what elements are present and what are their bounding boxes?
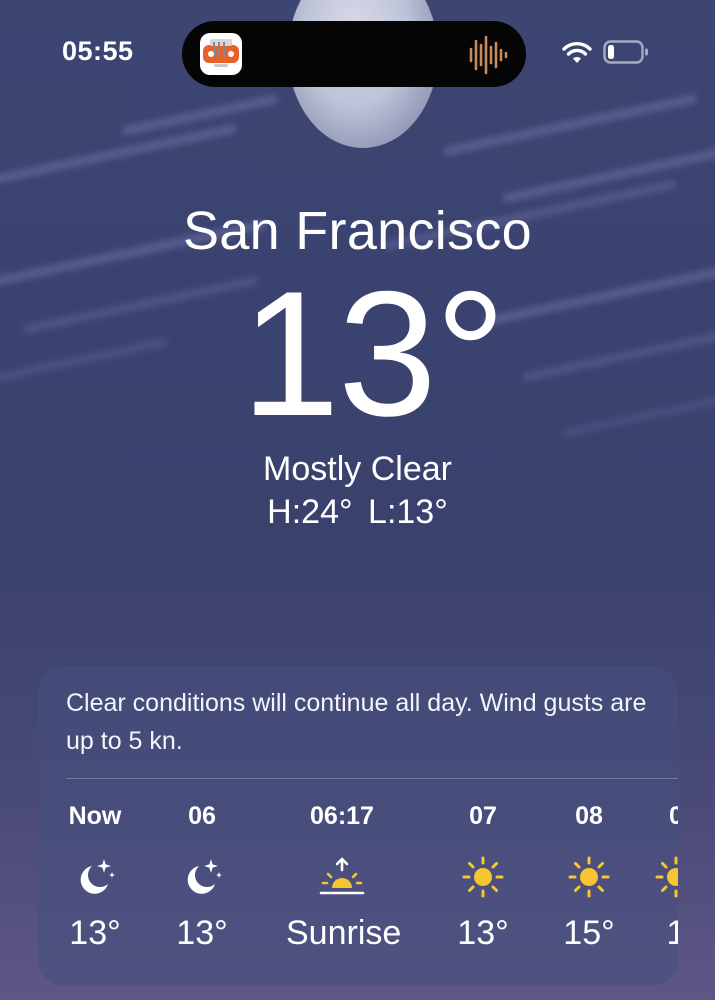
status-time: 05:55 [62,36,134,66]
city-name: San Francisco [182,201,533,261]
sun-icon [568,856,610,898]
hour-time: 0 [669,802,678,830]
app-icon[interactable] [200,33,242,75]
audio-wave-icon [468,35,510,75]
hourly-item-partial[interactable]: 0 1 [621,802,678,972]
dynamic-island[interactable] [182,21,526,87]
hour-temperature: 13° [69,914,121,952]
moon-stars-icon [74,856,116,898]
hourly-forecast-card[interactable]: Clear conditions will continue all day. … [38,666,678,986]
forecast-summary: Clear conditions will continue all day. … [66,689,647,755]
hourly-item-sunrise[interactable]: 06:17 Sunrise [286,802,402,972]
hour-time: 06:17 [310,802,374,830]
high-low-temperature: H:24° L:13° [267,493,448,531]
sunrise-label: Sunrise [286,914,402,952]
hour-temperature: 13° [176,914,228,952]
hour-temperature: 13° [457,914,509,952]
hourly-item-now[interactable]: Now 13° [40,802,150,972]
sunrise-icon [318,856,366,898]
battery-icon [603,40,649,64]
current-temperature: 13° [240,254,506,453]
hourly-item-06[interactable]: 06 13° [147,802,257,972]
hour-time: 06 [188,802,216,830]
hourly-item-07[interactable]: 07 13° [428,802,538,972]
sun-icon [655,856,678,898]
moon-stars-icon [181,856,223,898]
wifi-icon [562,41,592,65]
hour-temperature: 1 [666,914,678,952]
hour-time: 07 [469,802,497,830]
divider [66,778,678,779]
status-bar: 05:55 [0,0,715,100]
hour-time: Now [68,802,122,830]
condition-text: Mostly Clear [263,450,452,488]
sun-icon [462,856,504,898]
